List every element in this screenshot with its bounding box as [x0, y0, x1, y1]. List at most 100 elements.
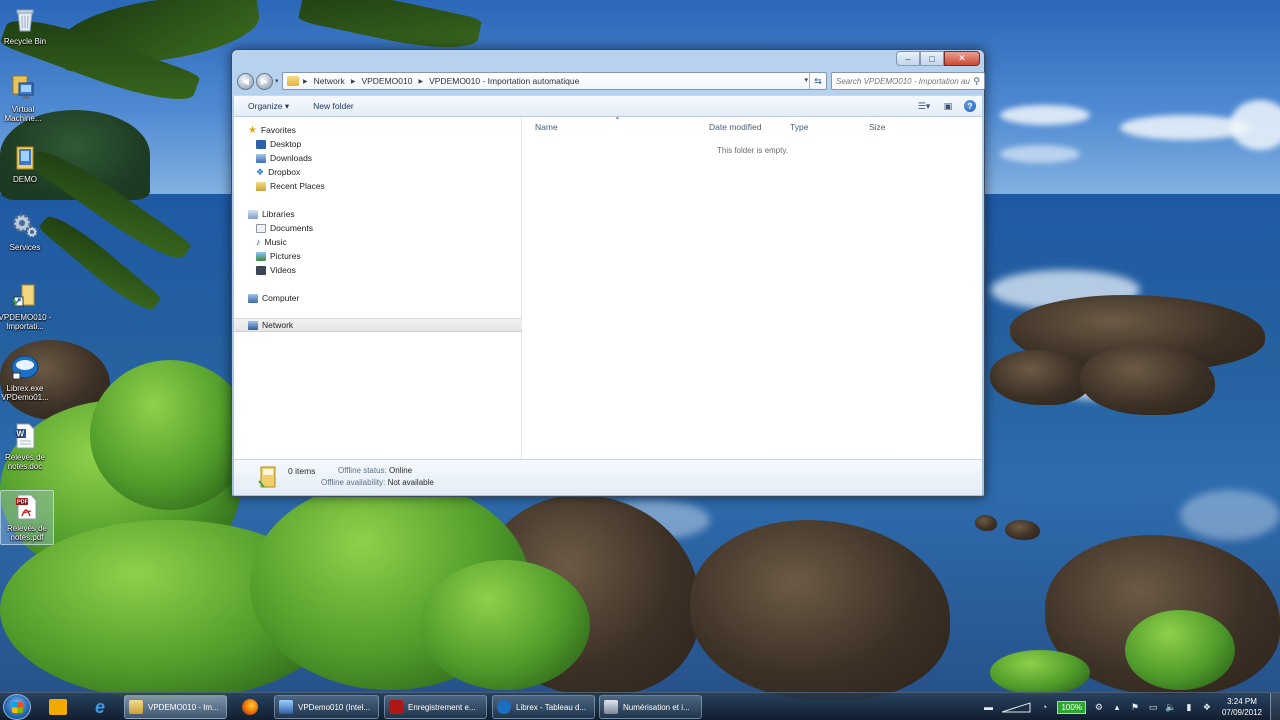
- desktop-icon-virtual-machine[interactable]: Virtual Machine...: [0, 74, 50, 123]
- navigation-pane[interactable]: ★ Favorites Desktop Downloads ❖ Dropbox …: [234, 117, 522, 459]
- show-hidden-icons[interactable]: ▴: [1110, 700, 1124, 714]
- task-label: Numérisation et i...: [623, 702, 690, 712]
- recorder-icon: [389, 700, 403, 714]
- nav-computer[interactable]: Computer: [248, 291, 299, 305]
- volume-icon[interactable]: 🔈: [1164, 700, 1178, 714]
- display-icon[interactable]: ▭: [1146, 700, 1160, 714]
- preview-pane-icon[interactable]: ▣: [940, 99, 956, 113]
- nav-recent-places[interactable]: Recent Places: [256, 179, 325, 193]
- minimize-button[interactable]: ‒: [896, 51, 920, 66]
- offline-availability: Offline availability: Not available: [321, 478, 434, 487]
- search-box[interactable]: ⚲: [831, 72, 985, 90]
- wallpaper-foliage: [0, 520, 340, 700]
- dropbox-icon: ❖: [256, 166, 265, 177]
- nav-label: Pictures: [270, 251, 301, 261]
- desktop-icon-vpdemo-shortcut[interactable]: VPDEMO010 - Importati...: [0, 282, 52, 331]
- start-button[interactable]: [3, 694, 31, 720]
- column-header-name[interactable]: Name: [535, 122, 558, 132]
- wireless-icon[interactable]: ◔: [1037, 700, 1051, 714]
- nav-documents[interactable]: Documents: [256, 221, 313, 235]
- wallpaper-rock: [975, 515, 997, 531]
- address-bar[interactable]: ▶ Network ▶ VPDEMO010 ▶ VPDEMO010 - Impo…: [282, 72, 827, 90]
- file-list[interactable]: Name ▲ Date modified Type Size This fold…: [523, 115, 982, 459]
- taskbar-task-vpdemo010[interactable]: VPDemo010 (Intel...: [274, 695, 379, 719]
- taskbar-pin-internet-explorer[interactable]: e: [82, 695, 118, 719]
- back-button[interactable]: ◀: [237, 72, 254, 90]
- notification-area: ▬ ◔ 100% ⚙ ▴ ⚑ ▭ 🔈 ▮ ❖ 3:24 PM 07/09/201…: [979, 693, 1280, 720]
- explorer-content: ★ Favorites Desktop Downloads ❖ Dropbox …: [234, 115, 982, 459]
- network-strength-icon[interactable]: [999, 700, 1033, 714]
- desktop-icon-services[interactable]: Services: [0, 212, 52, 252]
- battery-level[interactable]: 100%: [1057, 700, 1086, 714]
- nav-videos[interactable]: Videos: [256, 263, 296, 277]
- nav-label: Favorites: [260, 125, 296, 135]
- folder-icon: [258, 465, 278, 489]
- nav-favorites[interactable]: ★ Favorites: [248, 123, 296, 137]
- address-dropdown-icon[interactable]: ▾: [804, 76, 808, 84]
- wallpaper-palm-frond: [38, 208, 162, 318]
- new-folder-button[interactable]: New folder: [299, 101, 364, 111]
- taskbar-task-explorer[interactable]: VPDEMO010 - Im...: [124, 695, 227, 719]
- clock[interactable]: 3:24 PM 07/09/2012: [1222, 696, 1262, 718]
- nav-dropbox[interactable]: ❖ Dropbox: [256, 165, 300, 179]
- column-header-size[interactable]: Size: [869, 122, 886, 132]
- taskbar-pin-outlook[interactable]: [40, 695, 76, 719]
- help-icon[interactable]: ?: [964, 100, 976, 112]
- nav-downloads[interactable]: Downloads: [256, 151, 312, 165]
- settings-icon[interactable]: ⚙: [1092, 700, 1106, 714]
- nav-network[interactable]: Network: [234, 318, 522, 332]
- column-header-type[interactable]: Type: [790, 122, 808, 132]
- flag-icon[interactable]: ⚑: [1128, 700, 1142, 714]
- chevron-right-icon[interactable]: ▶: [417, 78, 424, 85]
- taskbar-task-enregistrement[interactable]: Enregistrement e...: [384, 695, 487, 719]
- dropbox-icon[interactable]: ❖: [1200, 700, 1214, 714]
- wallpaper-foliage: [250, 480, 530, 690]
- organize-button[interactable]: Organize ▾: [234, 101, 299, 112]
- show-desktop-button[interactable]: [1270, 693, 1280, 720]
- empty-folder-message: This folder is empty.: [717, 146, 788, 155]
- offline-availability-value: Not available: [387, 478, 434, 487]
- maximize-button[interactable]: □: [920, 51, 944, 66]
- search-icon[interactable]: ⚲: [973, 76, 980, 87]
- desktop-icon-label: Librex.exe VPDemo01...: [1, 384, 49, 402]
- taskbar-task-librex[interactable]: Librex - Tableau d...: [492, 695, 595, 719]
- breadcrumb-vpdemo010[interactable]: VPDEMO010: [356, 76, 417, 86]
- downloads-icon: [256, 153, 266, 163]
- offline-status-value: Online: [389, 466, 413, 475]
- nav-pictures[interactable]: Pictures: [256, 249, 301, 263]
- wallpaper-rock: [690, 520, 950, 700]
- network-icon: [248, 320, 258, 330]
- desktop-icon-releves-pdf[interactable]: PDF Relevés de notes.pdf: [0, 490, 54, 545]
- desktop-icon-librex[interactable]: Librex.exe VPDemo01...: [0, 353, 52, 402]
- taskbar: e VPDEMO010 - Im... VPDemo010 (Intel... …: [0, 692, 1280, 720]
- chevron-right-icon[interactable]: ▶: [302, 78, 309, 85]
- chevron-right-icon[interactable]: ▶: [350, 78, 357, 85]
- desktop-icon-label: Relevés de notes.pdf: [6, 524, 48, 542]
- wallpaper-rock: [480, 495, 700, 695]
- desktop-icon-demo[interactable]: DEMO: [0, 144, 52, 184]
- desktop-icon-releves-doc[interactable]: W Relevés de notes.doc: [0, 422, 52, 471]
- forward-button[interactable]: ▶: [256, 72, 273, 90]
- refresh-icon[interactable]: ⇆: [809, 73, 826, 89]
- taskbar-pin-firefox[interactable]: [232, 695, 268, 719]
- nav-libraries[interactable]: Libraries: [248, 207, 295, 221]
- item-count: 0 items: [288, 466, 316, 476]
- navigation-bar: ◀ ▶ ▾ ▶ Network ▶ VPDEMO010 ▶ VPDEMO010 …: [237, 70, 985, 92]
- nav-music[interactable]: ♪ Music: [256, 235, 287, 249]
- desktop-icon-label: Services: [9, 243, 41, 252]
- search-input[interactable]: [836, 73, 970, 89]
- nav-desktop[interactable]: Desktop: [256, 137, 301, 151]
- taskbar-task-numerisation[interactable]: Numérisation et i...: [599, 695, 702, 719]
- change-view-icon[interactable]: ☰▾: [916, 99, 932, 113]
- nav-label: Dropbox: [268, 167, 301, 177]
- breadcrumb-importation[interactable]: VPDEMO010 - Importation automatique: [424, 76, 584, 86]
- close-button[interactable]: ✕: [944, 51, 980, 66]
- clock-time: 3:24 PM: [1227, 697, 1257, 706]
- offline-status-label: Offline status:: [338, 466, 387, 475]
- breadcrumb-network[interactable]: Network: [309, 76, 350, 86]
- desktop-icon-label: Virtual Machine...: [4, 105, 42, 123]
- column-header-date-modified[interactable]: Date modified: [709, 122, 761, 132]
- power-icon[interactable]: ▮: [1182, 700, 1196, 714]
- drive-icon[interactable]: ▬: [981, 700, 995, 714]
- desktop-icon-recycle-bin[interactable]: Recycle Bin: [0, 6, 52, 46]
